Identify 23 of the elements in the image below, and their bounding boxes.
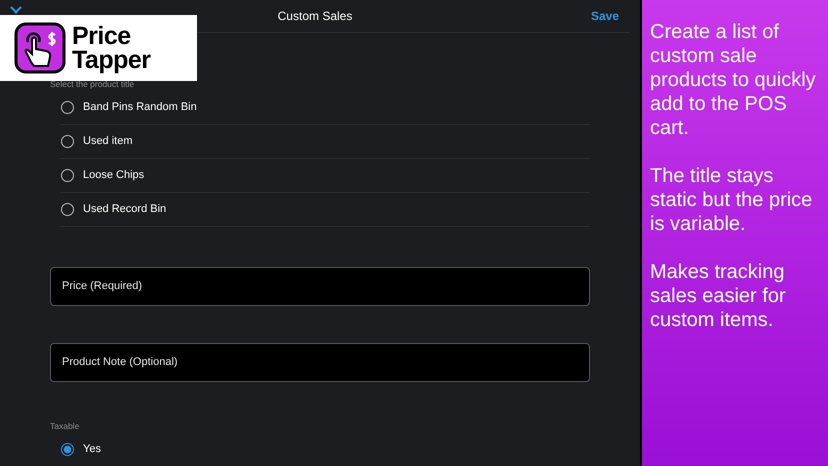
section-label: Taxable — [50, 420, 80, 432]
radio-button[interactable] — [61, 168, 74, 182]
promo-text: Makes tracking sales easier for custom items. — [650, 260, 787, 332]
radio-option[interactable]: Used item — [60, 124, 590, 159]
radio-option[interactable]: Band Pins Random Bin — [60, 90, 590, 125]
input-field[interactable]: Product Note (Optional) — [50, 342, 590, 382]
radio-button[interactable] — [61, 134, 74, 148]
tapping-hand-icon — [14, 22, 66, 74]
screen-title: Custom Sales — [278, 8, 352, 25]
radio-button[interactable] — [61, 100, 74, 114]
save-button[interactable]: Save — [590, 7, 619, 25]
logo-text: Price — [72, 24, 132, 48]
radio-button[interactable] — [61, 442, 74, 456]
logo-text: Tapper — [72, 48, 150, 72]
close-icon[interactable] — [9, 6, 23, 14]
section-label: Select the product title — [50, 78, 136, 91]
promo-text: The title stays static but the price is variable. — [650, 164, 814, 236]
radio-option[interactable]: Used Record Bin — [60, 192, 590, 227]
input-field[interactable]: Price (Required) — [50, 266, 590, 306]
radio-option[interactable]: Yes — [60, 432, 590, 466]
promo-text: Create a list of custom sale products to quickly add to the POS cart. — [650, 20, 817, 140]
radio-option[interactable]: Loose Chips — [60, 158, 590, 193]
radio-button[interactable] — [61, 202, 74, 216]
